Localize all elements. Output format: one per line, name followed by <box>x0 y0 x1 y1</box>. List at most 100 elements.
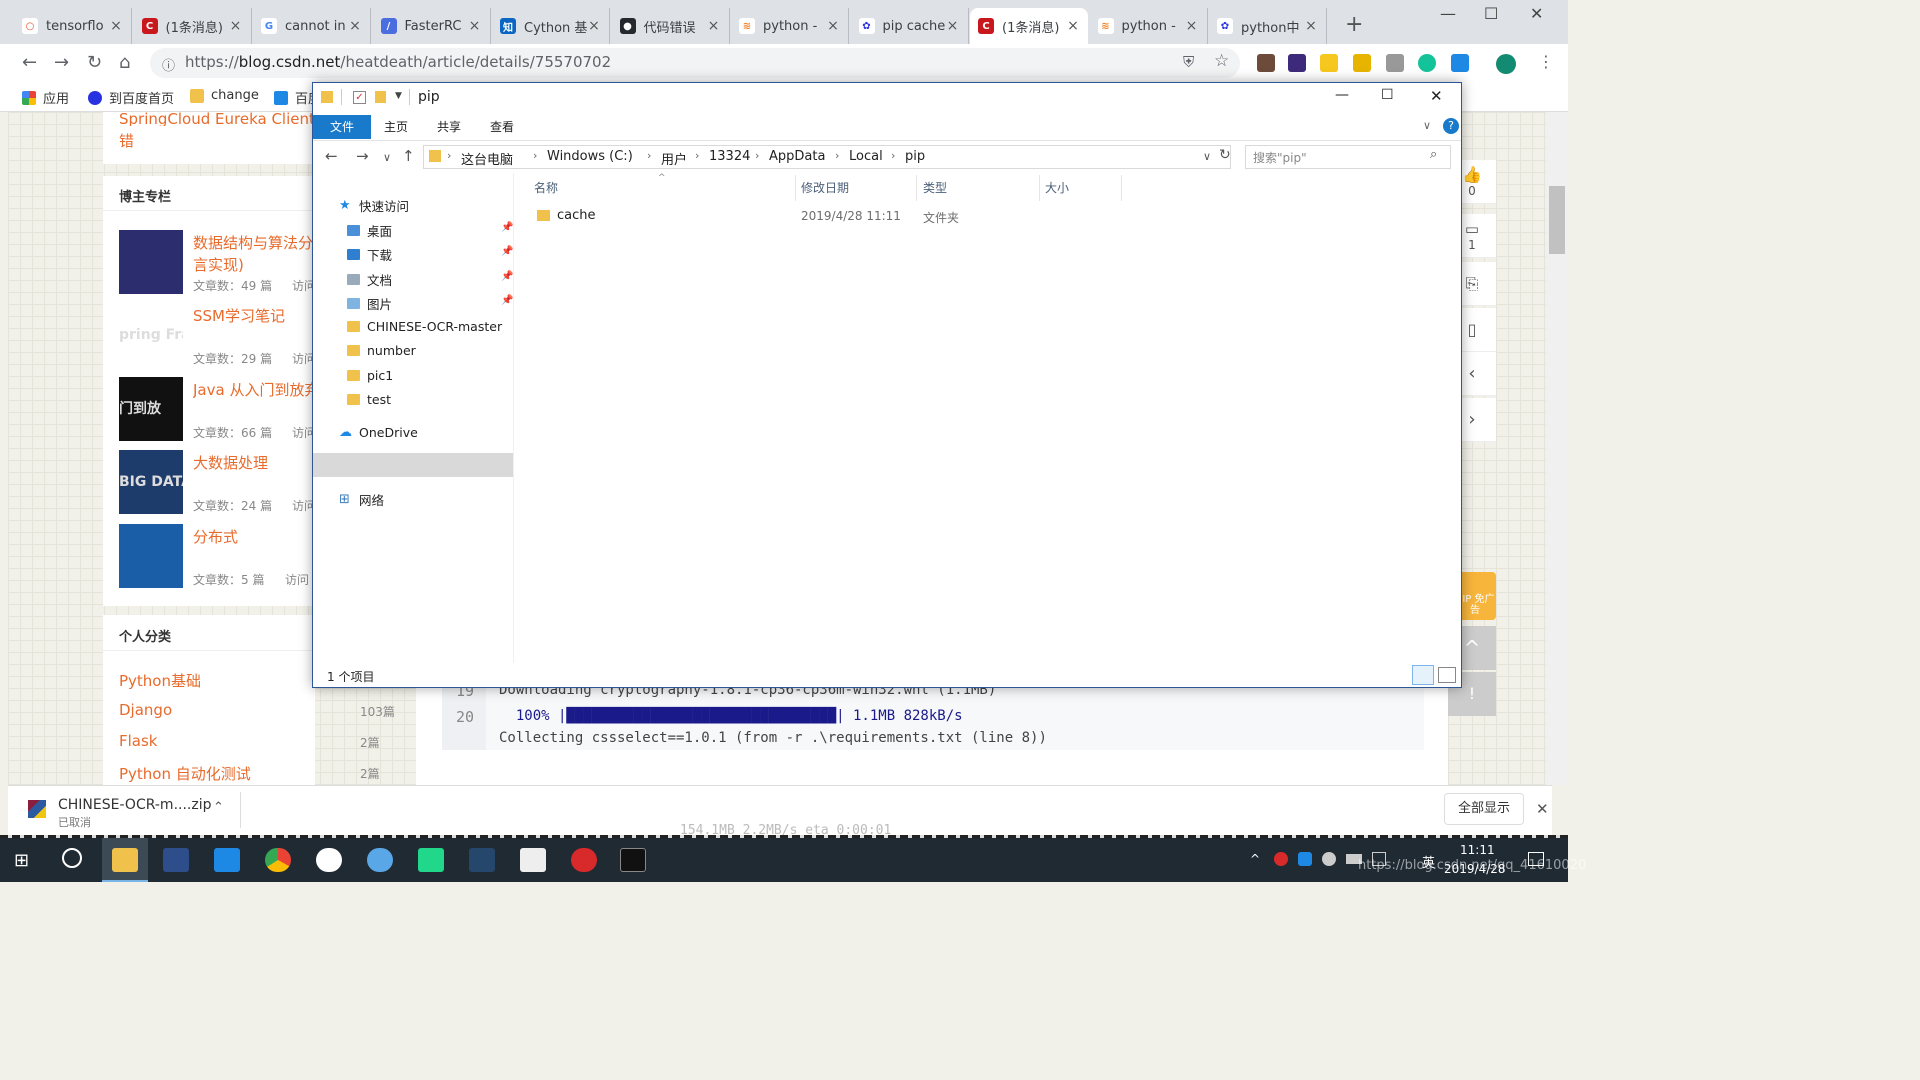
close-icon[interactable]: ✕ <box>1536 800 1549 818</box>
clock-time[interactable]: 11:11 <box>1460 843 1495 857</box>
recent-locations-icon[interactable]: ∨ <box>383 151 391 164</box>
tab-file[interactable]: 文件 <box>313 115 371 139</box>
nav-item[interactable]: CHINESE-OCR-master <box>347 319 502 334</box>
nav-item[interactable]: test <box>347 392 391 407</box>
browser-tab[interactable]: ✿ python中 × <box>1209 8 1327 44</box>
related-link[interactable]: SpringCloud Eureka Client 启 <box>119 108 313 126</box>
extension-icon[interactable] <box>1386 54 1404 72</box>
dev-cpp-icon[interactable] <box>163 848 189 872</box>
column-thumbnail[interactable]: 门到放 <box>119 377 183 441</box>
breadcrumb[interactable] <box>423 145 1231 169</box>
browser-tab[interactable]: ≋ python - × <box>1090 8 1208 44</box>
refresh-icon[interactable]: ↻ <box>1219 147 1231 163</box>
camera-icon[interactable] <box>520 848 546 872</box>
tray-icon[interactable] <box>1298 852 1312 866</box>
column-header-size[interactable]: 大小 <box>1045 179 1069 196</box>
chrome-icon[interactable] <box>265 848 291 872</box>
tab-view[interactable]: 查看 <box>477 115 527 139</box>
tab-close-icon[interactable]: × <box>1066 18 1080 34</box>
nav-item[interactable]: ⊞ 网络 <box>339 490 384 509</box>
extension-icon[interactable] <box>1257 54 1275 72</box>
nav-item[interactable]: ☁ OneDrive <box>339 425 418 440</box>
chevron-up-icon[interactable]: ⌃ <box>213 800 224 815</box>
browser-maximize-button[interactable]: ☐ <box>1484 4 1498 23</box>
column-title[interactable]: 大数据处理 <box>193 452 313 473</box>
avatar[interactable] <box>1496 54 1516 74</box>
breadcrumb-separator[interactable]: › <box>695 149 699 162</box>
tab-close-icon[interactable]: × <box>109 18 123 34</box>
new-folder-icon[interactable] <box>375 91 386 106</box>
extension-icon[interactable] <box>1353 54 1371 72</box>
category-link[interactable]: Python 自动化测试 <box>119 763 251 784</box>
column-thumbnail[interactable]: pring Fra <box>119 303 183 367</box>
breadcrumb-separator[interactable]: › <box>835 149 839 162</box>
reload-icon[interactable]: ↻ <box>87 52 102 73</box>
home-icon[interactable]: ⌂ <box>119 52 130 73</box>
chevron-up-icon[interactable]: ^ <box>1250 852 1260 866</box>
url-text[interactable]: https://blog.csdn.net/heatdeath/article/… <box>185 53 611 71</box>
column-header-name[interactable]: 名称 <box>534 179 558 196</box>
column-title[interactable]: SSM学习笔记 <box>193 305 313 326</box>
app-icon[interactable] <box>214 848 240 872</box>
tab-close-icon[interactable]: × <box>707 18 721 34</box>
bookmark-change[interactable]: change <box>190 88 259 103</box>
up-arrow-icon[interactable]: ↑ <box>402 147 415 165</box>
tab-close-icon[interactable]: × <box>1304 18 1318 34</box>
breadcrumb-item[interactable]: Local <box>849 149 883 164</box>
tab-close-icon[interactable]: × <box>946 18 960 34</box>
notification-icon[interactable] <box>1528 852 1544 866</box>
category-link[interactable]: Python基础 <box>119 670 201 691</box>
column-title[interactable]: 分布式 <box>193 526 313 547</box>
close-button[interactable]: ✕ <box>1430 87 1443 105</box>
pycharm-icon[interactable] <box>418 848 444 872</box>
column-header-type[interactable]: 类型 <box>923 179 947 196</box>
file-explorer-icon[interactable] <box>112 848 138 872</box>
tab-home[interactable]: 主页 <box>371 115 421 139</box>
bookmark-baidu-home[interactable]: 到百度首页 <box>88 88 174 107</box>
search-icon[interactable]: ⌕ <box>1430 147 1437 162</box>
column-title[interactable]: Java 从入门到放弃 <box>193 379 313 400</box>
browser-tab[interactable]: / FasterRC × <box>373 8 491 44</box>
tab-close-icon[interactable]: × <box>587 18 601 34</box>
netease-music-icon[interactable] <box>571 848 597 872</box>
qat-dropdown-icon[interactable]: ▼ <box>395 91 402 101</box>
forward-arrow-icon[interactable]: → <box>54 52 69 73</box>
info-icon[interactable]: ⓘ <box>162 55 175 74</box>
more-menu-icon[interactable]: ⋮ <box>1538 52 1554 71</box>
search-icon[interactable] <box>62 848 82 868</box>
browser-tab[interactable]: ○ tensorflo × <box>14 8 132 44</box>
nav-item[interactable]: number <box>347 343 416 358</box>
minimize-button[interactable]: — <box>1335 87 1349 103</box>
tab-close-icon[interactable]: × <box>1185 18 1199 34</box>
browser-close-button[interactable]: ✕ <box>1530 4 1543 23</box>
column-thumbnail[interactable] <box>119 524 183 588</box>
column-title-cont[interactable]: 言实现) <box>193 254 244 275</box>
back-arrow-icon[interactable]: ← <box>325 147 338 165</box>
column-title[interactable]: 数据结构与算法分析 <box>193 232 313 253</box>
back-arrow-icon[interactable]: ← <box>22 52 37 73</box>
browser-tab[interactable]: ✿ pip cache × <box>851 8 969 44</box>
column-separator[interactable] <box>1039 175 1040 201</box>
breadcrumb-separator[interactable]: › <box>447 149 451 162</box>
nav-item[interactable]: 文档 <box>347 270 392 289</box>
breadcrumb-item[interactable]: AppData <box>769 149 825 164</box>
column-thumbnail[interactable]: BIG DATA <box>119 450 183 514</box>
properties-checkbox-icon[interactable]: ✓ <box>353 91 366 104</box>
nav-item[interactable]: 桌面 <box>347 221 392 240</box>
breadcrumb-separator[interactable]: › <box>647 149 651 162</box>
tab-share[interactable]: 共享 <box>423 115 475 139</box>
ribbon-expand-icon[interactable]: ∨ <box>1423 119 1431 132</box>
nav-item[interactable]: 图片 <box>347 294 392 313</box>
breadcrumb-separator[interactable]: › <box>891 149 895 162</box>
pin-icon[interactable]: 📌 <box>501 222 513 233</box>
breadcrumb-item[interactable]: 这台电脑 <box>461 149 513 168</box>
breadcrumb-separator[interactable]: › <box>755 149 759 162</box>
column-header-modified[interactable]: 修改日期 <box>801 179 849 196</box>
nav-item[interactable]: pic1 <box>347 368 393 383</box>
translate-icon[interactable] <box>1451 54 1469 72</box>
related-link[interactable]: 错 <box>119 130 134 151</box>
shield-icon[interactable]: ⛨ <box>1183 53 1194 71</box>
browser-tab[interactable]: G cannot in × <box>253 8 371 44</box>
grammarly-icon[interactable] <box>1418 54 1436 72</box>
browser-tab[interactable]: 知 Cython 基 × <box>492 8 610 44</box>
